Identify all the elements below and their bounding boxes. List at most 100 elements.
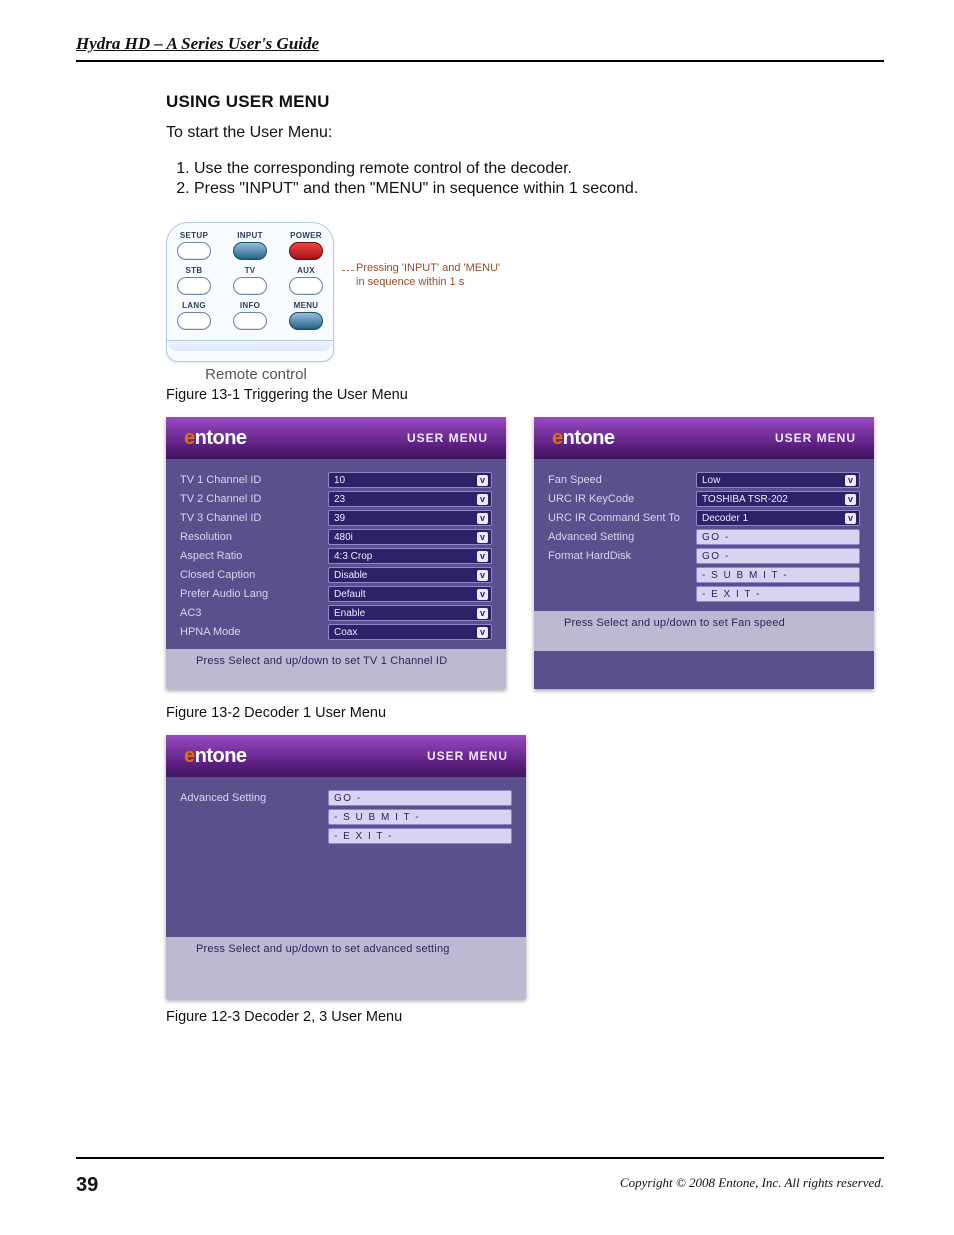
info-button[interactable] (233, 312, 267, 330)
user-menu-rows: TV 1 Channel ID10vTV 2 Channel ID23vTV 3… (166, 459, 506, 649)
user-menu-row: HPNA ModeCoaxv (180, 624, 492, 640)
user-menu-row: URC IR KeyCodeTOSHIBA TSR-202v (548, 491, 860, 507)
figure-caption: Figure 13-1 Triggering the User Menu (166, 387, 874, 403)
user-menu-field[interactable]: Coaxv (328, 624, 492, 640)
chevron-down-icon[interactable]: v (477, 589, 488, 600)
remote-control: SETUP INPUT POWER STB TV AUX LANG INFO M… (166, 222, 334, 362)
remote-label: LANG (182, 301, 206, 310)
user-menu-value: Decoder 1 (702, 513, 748, 524)
user-menu-help: Press Select and up/down to set advanced… (166, 937, 526, 999)
user-menu-header: entone USER MENU (166, 417, 506, 459)
chevron-down-icon[interactable]: v (845, 513, 856, 524)
remote-handle (167, 340, 333, 351)
user-menu-button[interactable]: - E X I T - (328, 828, 512, 844)
user-menu-row: Format HardDisk GO - (548, 548, 860, 564)
page: Hydra HD – A Series User's Guide USING U… (0, 0, 954, 1235)
user-menu-field[interactable]: 4:3 Crop v (328, 548, 492, 564)
header-rule (76, 60, 884, 62)
input-button[interactable] (233, 242, 267, 260)
user-menu-row: - S U B M I T - (180, 809, 512, 825)
user-menu-row: TV 2 Channel ID 23 v (180, 491, 492, 507)
user-menu-label: Aspect Ratio (180, 550, 318, 562)
user-menu-row: TV 3 Channel ID 39 v (180, 510, 492, 526)
remote-figure: SETUP INPUT POWER STB TV AUX LANG INFO M… (166, 222, 874, 383)
remote-label: STB (186, 266, 203, 275)
aux-button[interactable] (289, 277, 323, 295)
remote-row: STB TV AUX (177, 266, 323, 295)
tv-button[interactable] (233, 277, 267, 295)
user-menu-row: - E X I T - (548, 586, 860, 602)
user-menu-field[interactable]: Disablev (328, 567, 492, 583)
user-menu-value: 4:3 Crop (334, 551, 372, 562)
user-menu-rows: Advanced Setting GO - - S U B M I T - - E X… (166, 777, 526, 937)
user-menu-row: Fan Speed Low v (548, 472, 860, 488)
user-menu-label: TV 2 Channel ID (180, 493, 318, 505)
user-menu-field[interactable]: Default v (328, 586, 492, 602)
chevron-down-icon[interactable]: v (477, 608, 488, 619)
footer-rule (76, 1157, 884, 1159)
power-button[interactable] (289, 242, 323, 260)
user-menu-button[interactable]: GO - (696, 548, 860, 564)
user-menu-value: TOSHIBA TSR-202 (702, 494, 788, 505)
chevron-down-icon[interactable]: v (477, 627, 488, 638)
user-menu-row: Advanced SettingGO - (548, 529, 860, 545)
chevron-down-icon[interactable]: v (477, 570, 488, 581)
chevron-down-icon[interactable]: v (477, 494, 488, 505)
user-menu-field[interactable]: 480iv (328, 529, 492, 545)
user-menu-help: Press Select and up/down to set Fan spee… (534, 611, 874, 651)
user-menu-label: Fan Speed (548, 474, 686, 486)
chevron-down-icon[interactable]: v (845, 494, 856, 505)
user-menu-row: Prefer Audio LangDefaultv (180, 586, 492, 602)
chevron-down-icon[interactable]: v (477, 475, 488, 486)
user-menu-field[interactable]: 39 v (328, 510, 492, 526)
user-menu-value: Default (334, 589, 366, 600)
user-menu-value: 23 (334, 494, 345, 505)
user-menu-value: Low (702, 475, 720, 486)
page-number: 39 (76, 1174, 98, 1197)
remote-label: INFO (240, 301, 260, 310)
user-menu-field[interactable]: Low v (696, 472, 860, 488)
user-menu-title: USER MENU (775, 431, 856, 445)
user-menu-button[interactable]: GO - (696, 529, 860, 545)
user-menu-field[interactable]: 10 v (328, 472, 492, 488)
user-menu-button[interactable]: - S U B M I T - (696, 567, 860, 583)
entone-logo: entone (552, 427, 615, 450)
user-menu-row: Resolution480iv (180, 529, 492, 545)
user-menu-value: 39 (334, 513, 345, 524)
user-menu-label: TV 3 Channel ID (180, 512, 318, 524)
user-menu-button[interactable]: - S U B M I T - (328, 809, 512, 825)
chevron-down-icon[interactable]: v (477, 532, 488, 543)
chevron-down-icon[interactable]: v (477, 551, 488, 562)
user-menu-label: Advanced Setting (180, 792, 318, 804)
user-menu-field[interactable]: 23 v (328, 491, 492, 507)
user-menu-row: Closed CaptionDisablev (180, 567, 492, 583)
chevron-down-icon[interactable]: v (845, 475, 856, 486)
menu-button[interactable] (289, 312, 323, 330)
user-menu-panel-3: entone USER MENU Advanced SettingGO -- S… (166, 735, 526, 999)
steps-list: Use the corresponding remote control of … (166, 160, 874, 198)
user-menu-label: URC IR Command Sent To (548, 512, 686, 524)
remote-label: INPUT (237, 231, 263, 240)
menu-row: entone USER MENU TV 1 Channel ID10vTV 2 … (166, 417, 874, 689)
user-menu-row: Aspect Ratio 4:3 Crop v (180, 548, 492, 564)
user-menu-button[interactable]: - E X I T - (696, 586, 860, 602)
remote-label: POWER (290, 231, 322, 240)
remote-label: SETUP (180, 231, 208, 240)
user-menu-field[interactable]: TOSHIBA TSR-202 v (696, 491, 860, 507)
chevron-down-icon[interactable]: v (477, 513, 488, 524)
remote-label: AUX (297, 266, 315, 275)
user-menu-value: 10 (334, 475, 345, 486)
user-menu-button[interactable]: GO - (328, 790, 512, 806)
figure-caption: Figure 12-3 Decoder 2, 3 User Menu (166, 1009, 874, 1025)
user-menu-panel-1: entone USER MENU TV 1 Channel ID10vTV 2 … (166, 417, 506, 689)
lang-button[interactable] (177, 312, 211, 330)
setup-button[interactable] (177, 242, 211, 260)
step-item: Press "INPUT" and then "MENU" in sequenc… (194, 180, 874, 198)
user-menu-field[interactable]: Decoder 1 v (696, 510, 860, 526)
user-menu-label: Format HardDisk (548, 550, 686, 562)
stb-button[interactable] (177, 277, 211, 295)
user-menu-field[interactable]: Enablev (328, 605, 492, 621)
user-menu-header: entone USER MENU (534, 417, 874, 459)
user-menu-title: USER MENU (407, 431, 488, 445)
section-intro: To start the User Menu: (166, 124, 874, 142)
